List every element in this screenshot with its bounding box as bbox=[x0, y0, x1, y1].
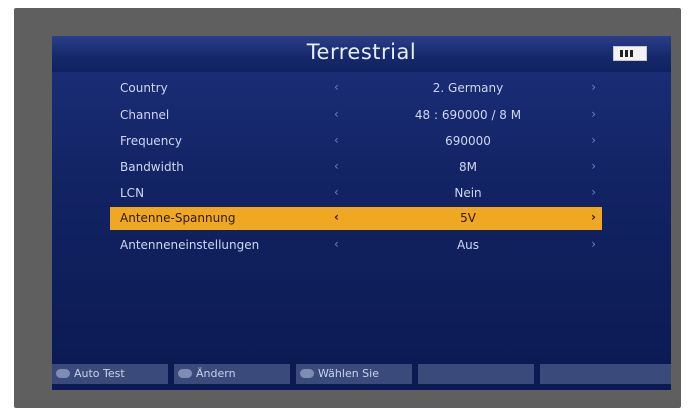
remote-key-icon bbox=[300, 369, 314, 378]
settings-menu: Country ‹ 2. Germany › Channel ‹ 48 : 69… bbox=[52, 72, 671, 358]
arrow-right-icon[interactable]: › bbox=[591, 107, 596, 121]
andern-button[interactable]: Ändern bbox=[174, 364, 290, 384]
wahlen-sie-button[interactable]: Wählen Sie bbox=[296, 364, 412, 384]
row-value: 2. Germany bbox=[432, 81, 504, 95]
button-label: Auto Test bbox=[74, 367, 125, 380]
arrow-left-icon[interactable]: ‹ bbox=[334, 185, 339, 199]
row-value: Nein bbox=[454, 186, 482, 200]
row-label: LCN bbox=[120, 186, 145, 200]
title-bar: Terrestrial bbox=[52, 36, 671, 73]
menu-row-country[interactable]: Country ‹ 2. Germany › bbox=[110, 77, 602, 100]
menu-row-lcn[interactable]: LCN ‹ Nein › bbox=[110, 182, 602, 205]
menu-row-channel[interactable]: Channel ‹ 48 : 690000 / 8 M › bbox=[110, 104, 602, 127]
arrow-right-icon[interactable]: › bbox=[591, 159, 596, 173]
arrow-left-icon[interactable]: ‹ bbox=[334, 210, 339, 224]
page-title: Terrestrial bbox=[306, 40, 417, 64]
arrow-left-icon[interactable]: ‹ bbox=[334, 159, 339, 173]
remote-key-icon bbox=[178, 369, 192, 378]
row-value: 5V bbox=[460, 211, 476, 225]
arrow-right-icon[interactable]: › bbox=[591, 237, 596, 251]
row-value: Aus bbox=[456, 238, 480, 252]
tv-screen: Terrestrial Country ‹ 2. Germany › Chann… bbox=[52, 36, 671, 390]
row-label: Frequency bbox=[120, 134, 182, 148]
footer-bar: Auto Test Ändern Wählen Sie bbox=[52, 358, 671, 390]
row-value: 690000 bbox=[445, 134, 491, 148]
arrow-left-icon[interactable]: ‹ bbox=[334, 237, 339, 251]
menu-row-bandwidth[interactable]: Bandwidth ‹ 8M › bbox=[110, 156, 602, 179]
arrow-left-icon[interactable]: ‹ bbox=[334, 80, 339, 94]
row-label: Antenne-Spannung bbox=[120, 211, 236, 225]
button-label: Ändern bbox=[196, 367, 236, 380]
auto-test-button[interactable]: Auto Test bbox=[52, 364, 168, 384]
arrow-right-icon[interactable]: › bbox=[591, 210, 596, 224]
battery-icon bbox=[613, 46, 647, 61]
menu-row-antenneneinstellungen[interactable]: Antenneneinstellungen ‹ Aus › bbox=[110, 234, 602, 257]
arrow-right-icon[interactable]: › bbox=[591, 185, 596, 199]
row-value: 8M bbox=[459, 160, 477, 174]
menu-row-frequency[interactable]: Frequency ‹ 690000 › bbox=[110, 130, 602, 153]
arrow-right-icon[interactable]: › bbox=[591, 133, 596, 147]
arrow-left-icon[interactable]: ‹ bbox=[334, 107, 339, 121]
row-label: Bandwidth bbox=[120, 160, 184, 174]
arrow-left-icon[interactable]: ‹ bbox=[334, 133, 339, 147]
footer-slot-empty bbox=[418, 364, 534, 384]
row-label: Antenneneinstellungen bbox=[120, 238, 260, 252]
remote-key-icon bbox=[56, 369, 70, 378]
row-label: Channel bbox=[120, 108, 170, 122]
tv-frame: Terrestrial Country ‹ 2. Germany › Chann… bbox=[14, 8, 681, 408]
row-label: Country bbox=[120, 81, 168, 95]
menu-row-antenne-spannung[interactable]: Antenne-Spannung ‹ 5V › bbox=[110, 207, 602, 230]
button-label: Wählen Sie bbox=[318, 367, 379, 380]
row-value: 48 : 690000 / 8 M bbox=[414, 108, 522, 122]
arrow-right-icon[interactable]: › bbox=[591, 80, 596, 94]
footer-slot-empty bbox=[540, 364, 671, 384]
